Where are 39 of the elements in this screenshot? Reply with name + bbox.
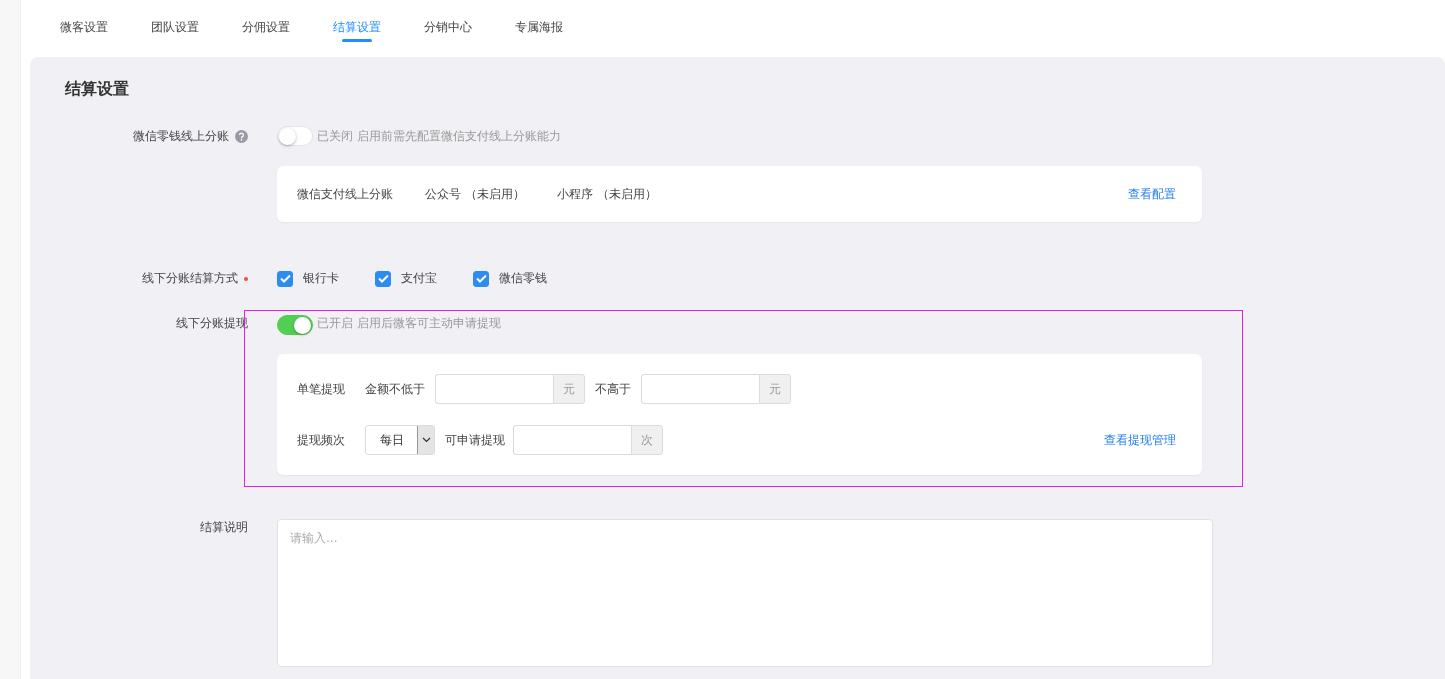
checkbox[interactable]: [473, 270, 489, 287]
unit-label: 元: [553, 374, 585, 404]
tab[interactable]: 专属海报: [515, 0, 563, 54]
field-label: 微信零钱线上分账: [133, 127, 229, 145]
field-label: 结算说明: [200, 519, 248, 536]
row-label: 提现频次: [297, 431, 345, 449]
withdraw-manage-link[interactable]: 查看提现管理: [1104, 431, 1176, 449]
toggle-hint: 已开启 启用后微客可主动申请提现: [317, 315, 501, 332]
checkbox-label: 支付宝: [401, 270, 437, 287]
tab[interactable]: 微客设置: [60, 0, 108, 54]
view-config-link[interactable]: 查看配置: [1128, 185, 1176, 203]
checkbox-label: 微信零钱: [499, 270, 547, 287]
channel-status: 小程序 （未启用）: [556, 185, 657, 203]
caret-icon: [421, 437, 431, 443]
field-label: 不高于: [595, 380, 631, 398]
field-label: 金额不低于: [365, 380, 425, 398]
panel-title: 结算设置: [65, 79, 130, 100]
channel-status: 公众号 （未启用）: [425, 185, 525, 203]
card-title: 微信支付线上分账: [297, 185, 393, 203]
unit-label: 次: [631, 425, 663, 455]
tab[interactable]: 分销中心: [424, 0, 472, 54]
help-icon[interactable]: [235, 129, 248, 143]
checkbox-label: 银行卡: [303, 270, 339, 287]
checkbox[interactable]: [277, 270, 293, 287]
amount-input[interactable]: [435, 374, 553, 404]
tab[interactable]: 结算设置: [333, 0, 381, 54]
count-input[interactable]: [513, 425, 631, 455]
checkbox[interactable]: [375, 270, 391, 287]
field-label: 可申请提现: [445, 431, 505, 449]
toggle-hint: 已关闭 启用前需先配置微信支付线上分账能力: [317, 127, 561, 145]
toggle-switch[interactable]: [277, 315, 313, 335]
tab[interactable]: 分佣设置: [242, 0, 290, 54]
frequency-select[interactable]: 每日: [365, 425, 435, 455]
amount-input[interactable]: [641, 374, 759, 404]
tab[interactable]: 团队设置: [151, 0, 199, 54]
row-label: 单笔提现: [297, 380, 345, 398]
description-field[interactable]: 请输入...: [277, 519, 1213, 667]
field-label: 线下分账结算方式: [142, 270, 238, 287]
unit-label: 元: [759, 374, 791, 404]
